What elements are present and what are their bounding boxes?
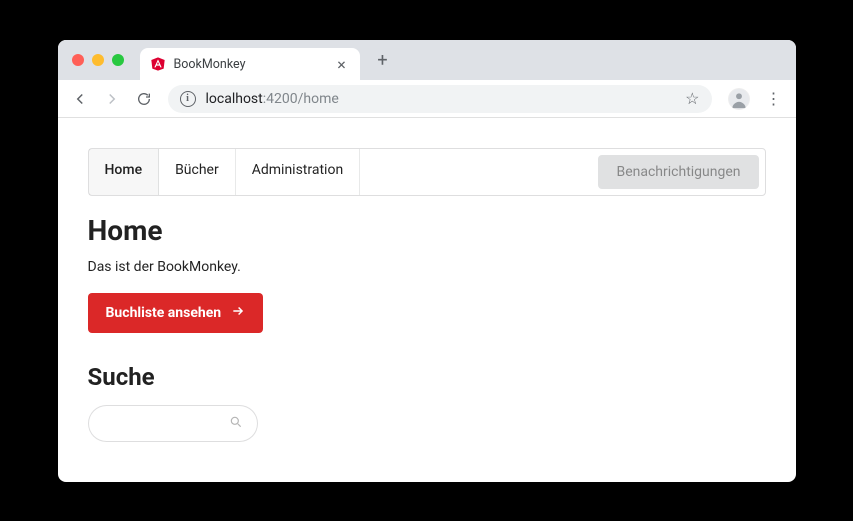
nav-item-label: Bücher — [175, 162, 219, 178]
arrow-right-icon — [231, 304, 245, 322]
page-title: Home — [88, 214, 766, 247]
search-field-wrapper — [88, 405, 258, 442]
reload-button[interactable] — [130, 85, 158, 113]
intro-text: Das ist der BookMonkey. — [88, 259, 766, 275]
forward-button[interactable] — [98, 85, 126, 113]
browser-window: BookMonkey × + i localhost:4200/home ☆ ⋮… — [58, 40, 796, 482]
browser-menu-button[interactable]: ⋮ — [760, 89, 788, 108]
nav-item-label: Administration — [252, 162, 343, 178]
nav-spacer — [360, 149, 592, 195]
address-bar[interactable]: i localhost:4200/home ☆ — [168, 85, 712, 113]
back-button[interactable] — [66, 85, 94, 113]
browser-tab[interactable]: BookMonkey × — [140, 48, 360, 80]
nav-item-label: Home — [105, 162, 143, 178]
notifications-label: Benachrichtigungen — [616, 164, 740, 180]
new-tab-button[interactable]: + — [374, 50, 392, 71]
view-booklist-button[interactable]: Buchliste ansehen — [88, 293, 264, 333]
tab-title: BookMonkey — [174, 57, 246, 72]
url-host: localhost — [206, 91, 263, 107]
profile-avatar[interactable] — [728, 88, 750, 110]
search-icon — [229, 414, 243, 433]
button-label: Buchliste ansehen — [106, 305, 222, 321]
bookmark-icon[interactable]: ☆ — [685, 89, 699, 108]
main-nav: Home Bücher Administration Benachrichtig… — [88, 148, 766, 196]
browser-toolbar: i localhost:4200/home ☆ ⋮ — [58, 80, 796, 118]
close-tab-button[interactable]: × — [334, 56, 350, 72]
tab-bar: BookMonkey × + — [58, 40, 796, 80]
angular-icon — [150, 56, 166, 72]
window-maximize-button[interactable] — [112, 54, 124, 66]
window-close-button[interactable] — [72, 54, 84, 66]
notifications-button[interactable]: Benachrichtigungen — [598, 155, 758, 189]
search-title: Suche — [88, 363, 766, 391]
nav-item-home[interactable]: Home — [89, 149, 160, 195]
nav-item-administration[interactable]: Administration — [236, 149, 360, 195]
search-input[interactable] — [103, 416, 229, 432]
page-content: Home Bücher Administration Benachrichtig… — [58, 118, 796, 482]
site-info-icon[interactable]: i — [180, 91, 196, 107]
url-path: :4200/home — [263, 91, 339, 107]
window-minimize-button[interactable] — [92, 54, 104, 66]
window-controls — [72, 54, 124, 66]
nav-item-books[interactable]: Bücher — [159, 149, 236, 195]
